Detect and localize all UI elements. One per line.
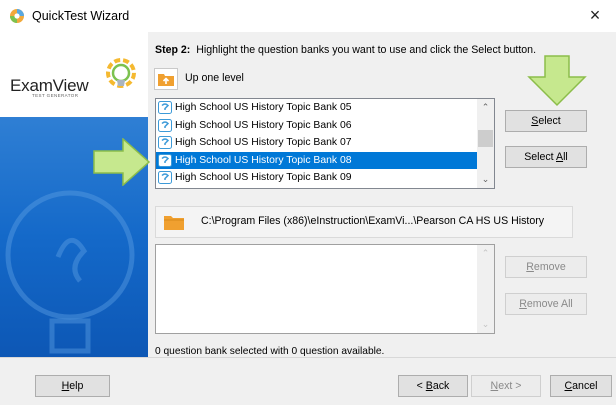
current-folder-path: C:\Program Files (x86)\eInstruction\Exam… xyxy=(155,206,573,238)
folder-up-icon xyxy=(158,74,174,86)
folder-icon xyxy=(164,216,184,230)
select-button[interactable]: Select xyxy=(505,110,587,132)
step-instruction: Step 2: Highlight the question banks you… xyxy=(155,44,536,56)
list-item-label: High School US History Topic Bank 08 xyxy=(175,154,352,166)
list-item-label: High School US History Topic Bank 06 xyxy=(175,119,352,131)
scroll-down-icon[interactable]: ⌄ xyxy=(477,171,494,188)
remove-button[interactable]: Remove xyxy=(505,256,587,278)
question-bank-icon xyxy=(158,118,172,132)
scroll-up-icon[interactable]: ⌃ xyxy=(477,99,494,116)
remove-all-button[interactable]: Remove All xyxy=(505,293,587,315)
up-one-level-button[interactable] xyxy=(154,68,178,90)
side-panel: ExamView TEST GENERATOR xyxy=(0,32,148,357)
window-title: QuickTest Wizard xyxy=(32,9,130,23)
selected-list-scrollbar[interactable]: ⌃ ⌄ xyxy=(477,245,494,333)
scroll-down-icon[interactable]: ⌄ xyxy=(477,316,494,333)
status-text: 0 question bank selected with 0 question… xyxy=(155,346,385,357)
close-button[interactable]: × xyxy=(574,0,616,32)
list-scrollbar[interactable]: ⌃ ⌄ xyxy=(477,99,494,188)
list-item-selected[interactable]: High School US History Topic Bank 08 xyxy=(156,151,494,169)
lightbulb-logo-icon xyxy=(106,58,136,88)
list-item[interactable]: High School US History Topic Bank 05 xyxy=(156,99,494,117)
list-item-label: High School US History Topic Bank 05 xyxy=(175,102,352,113)
help-button[interactable]: Help xyxy=(35,375,110,397)
examview-logo: ExamView TEST GENERATOR xyxy=(10,76,89,98)
list-item-label: High School US History Topic Bank 07 xyxy=(175,137,352,148)
selected-banks-list[interactable]: ⌃ ⌄ xyxy=(155,244,495,334)
scroll-thumb[interactable] xyxy=(478,130,493,147)
footer-divider xyxy=(0,357,616,358)
step-number: Step 2: xyxy=(155,44,191,56)
examview-app-icon xyxy=(10,9,24,23)
arrow-down-icon xyxy=(527,55,587,107)
list-item[interactable]: High School US History Topic Bank 06 xyxy=(156,117,494,135)
list-item[interactable]: High School US History Topic Bank 09 xyxy=(156,169,494,187)
title-bar: QuickTest Wizard × xyxy=(0,0,616,32)
question-bank-icon xyxy=(158,153,172,167)
up-one-level-label[interactable]: Up one level xyxy=(185,72,244,84)
question-bank-icon xyxy=(158,171,172,184)
select-all-button[interactable]: Select All xyxy=(505,146,587,168)
next-button[interactable]: Next > xyxy=(471,375,541,397)
question-bank-list[interactable]: High School US History Topic Bank 05 Hig… xyxy=(155,98,495,189)
step-text: Highlight the question banks you want to… xyxy=(196,44,537,56)
arrow-right-icon xyxy=(93,138,151,186)
logo-subtitle: TEST GENERATOR xyxy=(32,93,79,98)
question-bank-icon xyxy=(158,101,172,114)
question-bank-icon xyxy=(158,136,172,149)
list-item[interactable]: High School US History Topic Bank 07 xyxy=(156,134,494,152)
folder-path-text: C:\Program Files (x86)\eInstruction\Exam… xyxy=(201,215,545,227)
cancel-button[interactable]: Cancel xyxy=(550,375,612,397)
back-button[interactable]: < Back xyxy=(398,375,468,397)
scroll-up-icon[interactable]: ⌃ xyxy=(477,245,494,262)
list-item-label: High School US History Topic Bank 09 xyxy=(175,172,352,183)
